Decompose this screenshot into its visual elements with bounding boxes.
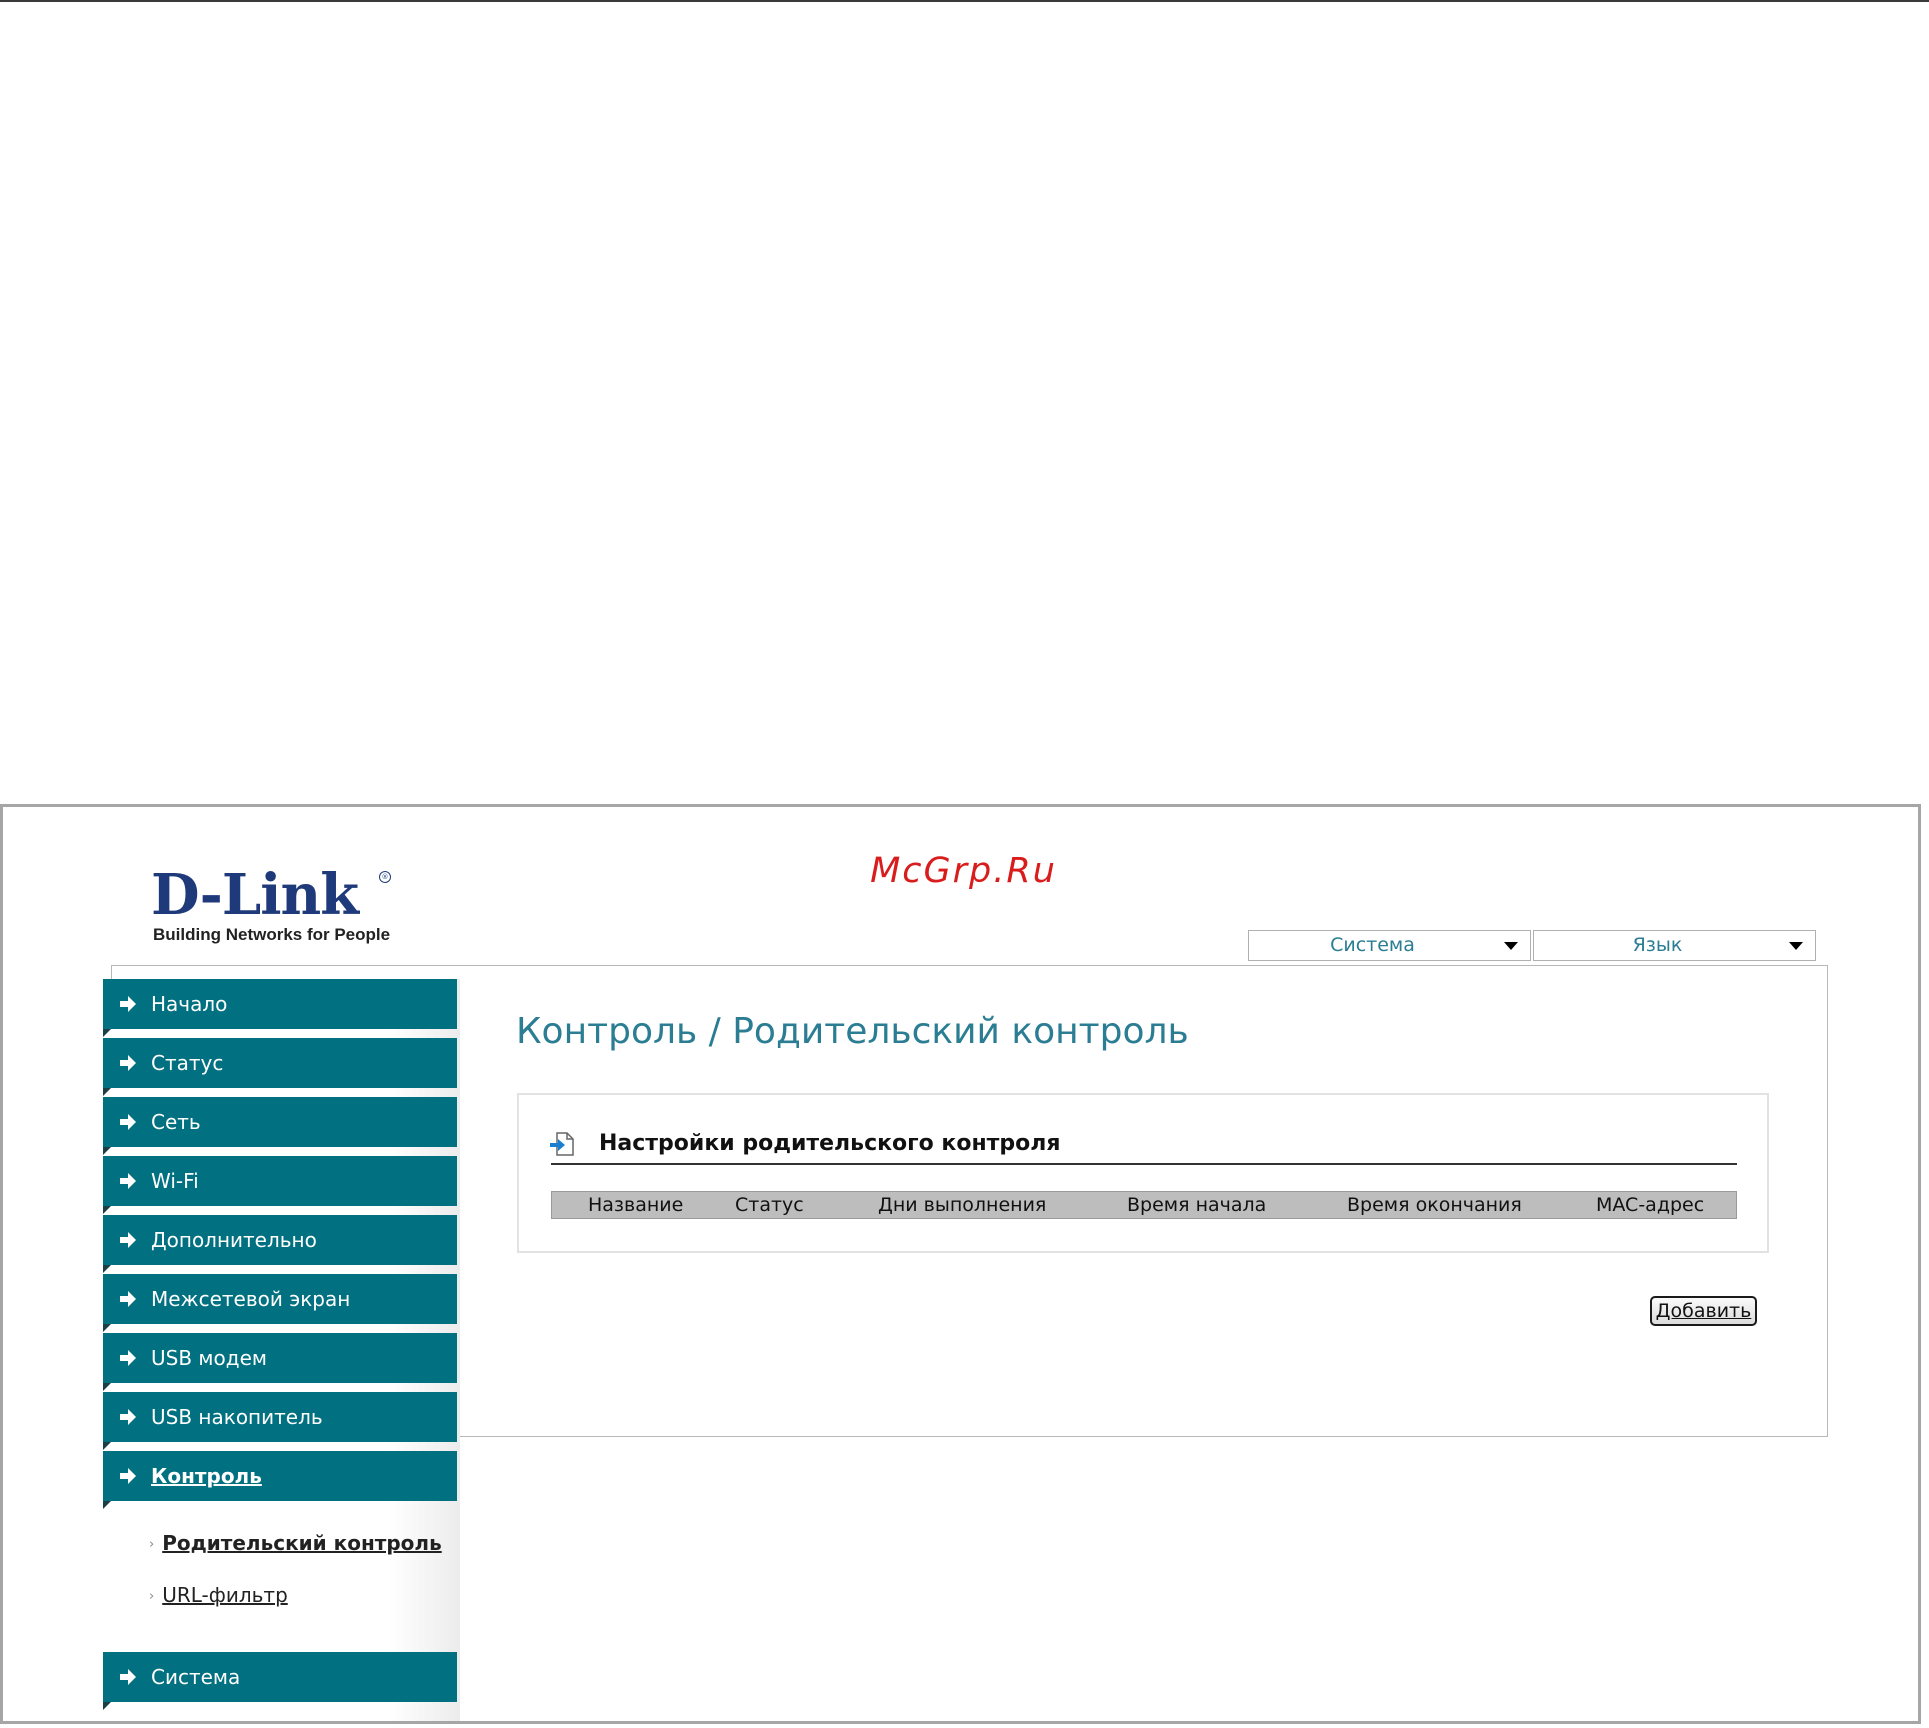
column-header-start-time: Время начала — [1127, 1194, 1267, 1216]
sidebar: Начало Статус Сеть Wi-Fi Дополнительно М… — [103, 979, 460, 1721]
dlink-logo[interactable]: D-Link ® Building Networks for People — [151, 867, 391, 947]
sidebar-item-label: Система — [151, 1665, 241, 1689]
subnav-item-parental-control[interactable]: › Родительский контроль — [149, 1531, 442, 1555]
top-border-line — [0, 0, 1929, 2]
arrow-right-icon — [120, 1173, 136, 1189]
sidebar-item-usb-storage[interactable]: USB накопитель — [103, 1392, 457, 1450]
logo-tagline: Building Networks for People — [153, 925, 391, 944]
sidebar-item-label: USB модем — [151, 1346, 267, 1370]
sidebar-item-wifi[interactable]: Wi-Fi — [103, 1156, 457, 1214]
sidebar-item-status[interactable]: Статус — [103, 1038, 457, 1096]
system-menu-label: Система — [1330, 934, 1415, 956]
chevron-down-icon — [1789, 942, 1803, 950]
sidebar-item-home[interactable]: Начало — [103, 979, 457, 1037]
column-header-status: Статус — [735, 1194, 804, 1216]
sidebar-item-usb-modem[interactable]: USB модем — [103, 1333, 457, 1391]
column-header-mac-address: MAC-адрес — [1596, 1194, 1705, 1216]
rules-table-header: Название Статус Дни выполнения Время нач… — [551, 1191, 1737, 1219]
subnav-item-label: Родительский контроль — [162, 1531, 442, 1555]
section-title: Настройки родительского контроля — [599, 1131, 1061, 1156]
section-divider — [551, 1163, 1737, 1165]
arrow-right-icon — [120, 1409, 136, 1425]
arrow-right-icon — [120, 1232, 136, 1248]
sidebar-item-label: Контроль — [151, 1464, 262, 1488]
language-menu-dropdown[interactable]: Язык — [1533, 930, 1816, 961]
arrow-right-icon — [120, 1291, 136, 1307]
sidebar-item-label: USB накопитель — [151, 1405, 323, 1429]
language-menu-label: Язык — [1632, 934, 1683, 956]
arrow-right-icon — [120, 996, 136, 1012]
sidebar-item-label: Статус — [151, 1051, 224, 1075]
arrow-right-icon — [120, 1669, 136, 1685]
column-header-days: Дни выполнения — [878, 1194, 1047, 1216]
sidebar-item-label: Сеть — [151, 1110, 201, 1134]
document-arrow-icon — [550, 1132, 574, 1156]
registered-mark: ® — [379, 871, 391, 883]
sidebar-item-advanced[interactable]: Дополнительно — [103, 1215, 457, 1273]
arrow-right-icon — [120, 1114, 136, 1130]
bullet-icon: › — [149, 1537, 155, 1552]
subnav-item-label: URL-фильтр — [162, 1583, 288, 1607]
arrow-right-icon — [120, 1468, 136, 1484]
page-title: Контроль / Родительский контроль — [516, 1011, 1189, 1052]
sidebar-item-control[interactable]: Контроль — [103, 1451, 457, 1509]
add-button[interactable]: Добавить — [1650, 1296, 1757, 1326]
logo-wordmark: D-Link — [151, 862, 359, 928]
browser-page-frame: McGrp.Ru D-Link ® Building Networks for … — [0, 804, 1921, 1724]
sidebar-item-system[interactable]: Система — [103, 1652, 457, 1710]
arrow-right-icon — [120, 1350, 136, 1366]
subnav-item-url-filter[interactable]: › URL-фильтр — [149, 1583, 288, 1607]
sidebar-item-label: Wi-Fi — [151, 1169, 199, 1193]
parental-control-settings-section: Настройки родительского контроля Названи… — [517, 1093, 1769, 1253]
bullet-icon: › — [149, 1589, 155, 1604]
sidebar-item-label: Межсетевой экран — [151, 1287, 351, 1311]
sidebar-item-label: Дополнительно — [151, 1228, 317, 1252]
chevron-down-icon — [1504, 942, 1518, 950]
sidebar-item-label: Начало — [151, 992, 228, 1016]
sidebar-item-network[interactable]: Сеть — [103, 1097, 457, 1155]
arrow-right-icon — [120, 1055, 136, 1071]
system-menu-dropdown[interactable]: Система — [1248, 930, 1531, 961]
column-header-end-time: Время окончания — [1347, 1194, 1522, 1216]
column-header-name: Название — [588, 1194, 684, 1216]
sidebar-item-firewall[interactable]: Межсетевой экран — [103, 1274, 457, 1332]
